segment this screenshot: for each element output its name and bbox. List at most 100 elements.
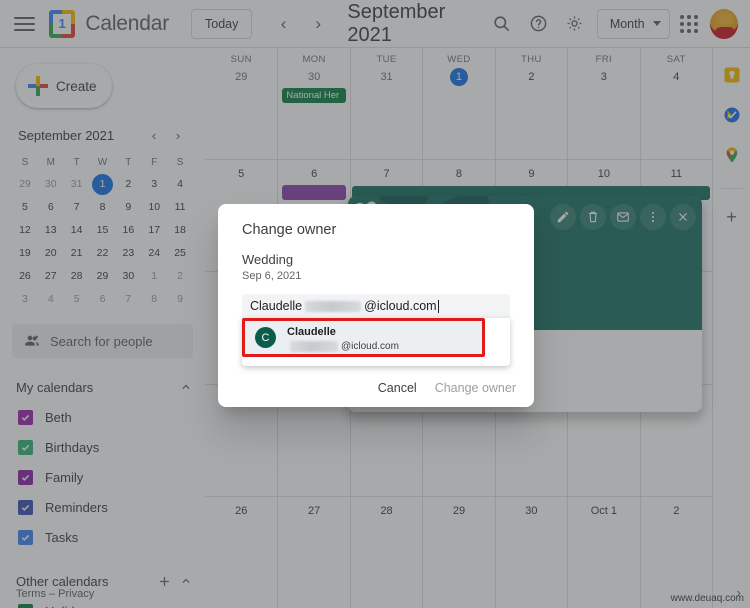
user-avatar[interactable] bbox=[709, 8, 738, 39]
view-selector[interactable]: Month bbox=[596, 8, 670, 39]
mini-calendar-day[interactable]: 27 bbox=[40, 266, 61, 287]
mini-calendar-day[interactable]: 4 bbox=[170, 174, 191, 195]
mini-calendar-next-button[interactable]: › bbox=[167, 124, 189, 146]
mini-calendar-day[interactable]: 26 bbox=[14, 266, 35, 287]
next-month-button[interactable]: › bbox=[305, 10, 332, 38]
day-cell[interactable]: SUN 29 bbox=[205, 48, 277, 159]
day-number[interactable]: 10 bbox=[568, 165, 639, 183]
mini-calendar-day[interactable]: 2 bbox=[118, 174, 139, 195]
day-cell[interactable]: 28 bbox=[349, 496, 422, 608]
mini-calendar-day[interactable]: 17 bbox=[144, 220, 165, 241]
help-icon[interactable] bbox=[524, 9, 552, 39]
day-cell[interactable]: MON 30 National Her bbox=[277, 48, 349, 160]
mini-calendar-day[interactable]: 21 bbox=[66, 243, 87, 264]
mini-calendar-day[interactable]: 6 bbox=[40, 197, 61, 218]
my-calendar-item-birthdays[interactable]: Birthdays bbox=[16, 432, 197, 462]
mini-calendar-day[interactable]: 1 bbox=[91, 174, 113, 195]
day-number[interactable]: 29 bbox=[423, 502, 494, 520]
day-number[interactable]: 11 bbox=[641, 165, 712, 183]
mini-calendar-day[interactable]: 2 bbox=[170, 266, 191, 287]
close-event-popup-icon[interactable] bbox=[670, 204, 696, 230]
more-options-icon[interactable] bbox=[640, 204, 666, 230]
day-number[interactable]: 7 bbox=[351, 165, 422, 183]
suggestion-item-claudelle[interactable]: C Claudelle @icloud.com bbox=[242, 318, 485, 357]
day-cell[interactable]: 2 bbox=[639, 496, 712, 608]
mini-calendar-day[interactable]: 1 bbox=[144, 266, 165, 287]
day-cell[interactable]: SAT 4 bbox=[639, 48, 712, 160]
search-for-people-input[interactable]: Search for people bbox=[12, 324, 193, 358]
mini-calendar-day[interactable]: 30 bbox=[118, 266, 139, 287]
add-other-calendar-icon[interactable] bbox=[153, 570, 175, 592]
chevron-up-icon[interactable] bbox=[175, 376, 197, 398]
day-cell[interactable]: 29 bbox=[422, 496, 494, 608]
mini-calendar-day[interactable]: 7 bbox=[118, 289, 139, 310]
mini-calendar-day[interactable]: 29 bbox=[92, 266, 113, 287]
day-number[interactable]: 30 bbox=[278, 68, 349, 86]
calendar-checkbox[interactable] bbox=[18, 409, 33, 425]
cancel-button[interactable]: Cancel bbox=[378, 381, 417, 395]
mini-calendar-day[interactable]: 8 bbox=[144, 289, 165, 310]
mini-calendar-day[interactable]: 24 bbox=[144, 243, 165, 264]
my-calendar-item-tasks[interactable]: Tasks bbox=[16, 522, 197, 552]
mini-calendar-day[interactable]: 7 bbox=[66, 197, 87, 218]
day-cell[interactable]: THU 2 bbox=[494, 48, 567, 160]
mini-calendar-day[interactable]: 19 bbox=[14, 243, 35, 264]
previous-month-button[interactable]: ‹ bbox=[270, 10, 297, 38]
day-cell[interactable]: Oct 1 bbox=[567, 496, 639, 608]
keep-icon[interactable] bbox=[721, 64, 743, 86]
mini-calendar-day[interactable]: 5 bbox=[66, 289, 87, 310]
my-calendar-item-reminders[interactable]: Reminders bbox=[16, 492, 197, 522]
day-cell[interactable]: 26 bbox=[205, 497, 277, 608]
day-number[interactable]: 4 bbox=[641, 68, 712, 86]
day-number[interactable]: 2 bbox=[496, 68, 567, 86]
day-cell[interactable]: WED 1 bbox=[422, 48, 494, 160]
calendar-checkbox[interactable] bbox=[18, 529, 33, 545]
mini-calendar-day[interactable]: 9 bbox=[170, 289, 191, 310]
mini-calendar-day[interactable]: 29 bbox=[14, 174, 35, 195]
calendar-checkbox[interactable] bbox=[18, 439, 33, 455]
day-number[interactable]: 8 bbox=[423, 165, 494, 183]
day-number[interactable]: 2 bbox=[641, 502, 712, 520]
mini-calendar-day[interactable]: 31 bbox=[66, 174, 87, 195]
event-chip[interactable]: National Her bbox=[282, 88, 346, 103]
email-guests-icon[interactable] bbox=[610, 204, 636, 230]
new-owner-email-input[interactable]: Claudelle @icloud.com bbox=[242, 294, 510, 320]
maps-icon[interactable] bbox=[721, 144, 743, 166]
mini-calendar-day[interactable]: 20 bbox=[40, 243, 61, 264]
day-number[interactable]: 31 bbox=[351, 68, 422, 86]
chevron-up-icon[interactable] bbox=[175, 570, 197, 592]
day-number[interactable]: 9 bbox=[496, 165, 567, 183]
mini-calendar-day[interactable]: 9 bbox=[118, 197, 139, 218]
day-number[interactable]: Oct 1 bbox=[568, 502, 639, 520]
day-cell[interactable]: 27 bbox=[277, 496, 349, 608]
calendar-checkbox[interactable] bbox=[18, 603, 33, 608]
mini-calendar-prev-button[interactable]: ‹ bbox=[143, 124, 165, 146]
day-number[interactable]: 26 bbox=[205, 502, 277, 520]
hamburger-menu-icon[interactable] bbox=[14, 13, 35, 35]
mini-calendar-day[interactable]: 11 bbox=[170, 197, 191, 218]
mini-calendar-day[interactable]: 16 bbox=[118, 220, 139, 241]
mini-calendar-day[interactable]: 13 bbox=[40, 220, 61, 241]
change-owner-button[interactable]: Change owner bbox=[435, 381, 516, 395]
day-number[interactable]: 28 bbox=[351, 502, 422, 520]
gear-icon[interactable] bbox=[560, 9, 588, 39]
day-number[interactable]: 27 bbox=[278, 502, 349, 520]
mini-calendar-day[interactable]: 28 bbox=[66, 266, 87, 287]
mini-calendar-day[interactable]: 8 bbox=[92, 197, 113, 218]
day-number[interactable]: 30 bbox=[496, 502, 567, 520]
day-cell[interactable]: 30 bbox=[494, 496, 567, 608]
day-number[interactable]: 3 bbox=[568, 68, 639, 86]
event-chip[interactable] bbox=[282, 185, 346, 201]
mini-calendar-day[interactable]: 3 bbox=[144, 174, 165, 195]
mini-calendar-day[interactable]: 10 bbox=[144, 197, 165, 218]
calendar-checkbox[interactable] bbox=[18, 469, 33, 485]
mini-calendar-day[interactable]: 30 bbox=[40, 174, 61, 195]
footer-terms-privacy[interactable]: Terms – Privacy bbox=[16, 588, 94, 600]
mini-calendar-day[interactable]: 3 bbox=[14, 289, 35, 310]
my-calendars-header[interactable]: My calendars bbox=[16, 372, 197, 402]
mini-calendar-day[interactable]: 14 bbox=[66, 220, 87, 241]
my-calendar-item-family[interactable]: Family bbox=[16, 462, 197, 492]
mini-calendar-day[interactable]: 25 bbox=[170, 243, 191, 264]
calendar-checkbox[interactable] bbox=[18, 499, 33, 515]
my-calendar-item-beth[interactable]: Beth bbox=[16, 402, 197, 432]
